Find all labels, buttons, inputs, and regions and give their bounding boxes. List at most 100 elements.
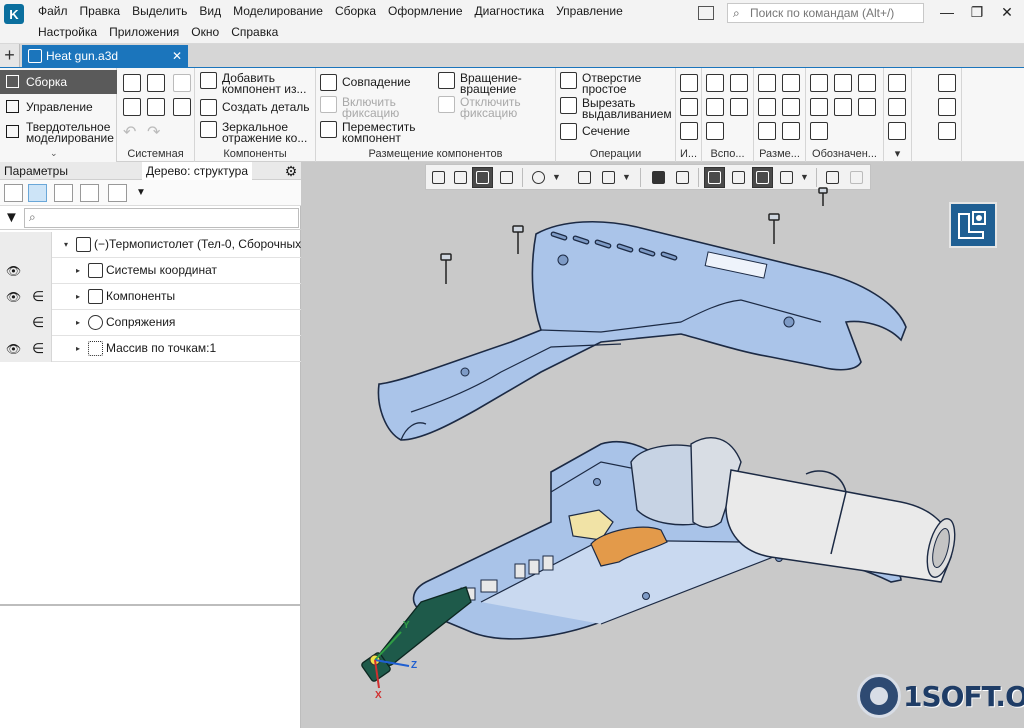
- weld-icon[interactable]: [858, 74, 876, 92]
- rotation-mate-icon: [438, 72, 455, 89]
- menu-row-secondary: Настройка Приложения Окно Справка: [32, 25, 284, 40]
- expand-icon[interactable]: ▸: [76, 292, 80, 301]
- tab-parameters[interactable]: Параметры: [0, 162, 72, 180]
- tree-row-mates[interactable]: ∈ ▸ Сопряжения: [0, 310, 301, 336]
- new-document-button[interactable]: +: [0, 44, 20, 67]
- tree-options-icon[interactable]: [108, 184, 127, 202]
- leader-icon[interactable]: [810, 74, 828, 92]
- panel-splitter[interactable]: [0, 604, 301, 606]
- lcs-icon[interactable]: [730, 98, 748, 116]
- show-assembly-icon[interactable]: [54, 184, 73, 202]
- attribute-icon[interactable]: [888, 122, 906, 140]
- table-icon[interactable]: [758, 122, 776, 140]
- tree-by-components-icon[interactable]: [28, 184, 47, 202]
- 3d-viewport[interactable]: ▼ ▼ ▼ Y Z X 1SOFT.O: [301, 162, 1024, 728]
- tree-row-coordinate-systems[interactable]: 👁 ▸ Системы координат: [0, 258, 301, 284]
- restore-button[interactable]: ❐: [962, 2, 992, 22]
- chain-dimension-icon[interactable]: [782, 122, 800, 140]
- menu-row-main: Файл Правка Выделить Вид Моделирование С…: [32, 4, 629, 19]
- layout-icon[interactable]: [698, 6, 714, 20]
- menu-assembly[interactable]: Сборка: [329, 4, 382, 19]
- menu-modeling[interactable]: Моделирование: [227, 4, 329, 19]
- tree-row-root[interactable]: ▾ (−)Термопистолет (Тел-0, Сборочных: [0, 232, 301, 258]
- radius-dimension-icon[interactable]: [782, 98, 800, 116]
- menu-window[interactable]: Окно: [185, 25, 225, 40]
- tree-options-dropdown-icon[interactable]: ▼: [136, 187, 146, 198]
- collapse-icon[interactable]: ▾: [64, 240, 68, 249]
- save-icon[interactable]: [173, 98, 191, 116]
- menu-management[interactable]: Управление: [550, 4, 629, 19]
- shell-icon[interactable]: [680, 122, 698, 140]
- tree-row-status: 👁 ∈: [0, 284, 52, 310]
- menu-file[interactable]: Файл: [32, 4, 74, 19]
- plane-icon[interactable]: [706, 74, 724, 92]
- tree-filter-input[interactable]: ⌕: [24, 208, 299, 228]
- label-icon[interactable]: [810, 122, 828, 140]
- include-in-calc-icon[interactable]: ∈: [32, 288, 44, 305]
- tree-row-point-pattern[interactable]: 👁 ∈ ▸ Массив по точкам:1: [0, 336, 301, 362]
- menu-help[interactable]: Справка: [225, 25, 284, 40]
- expand-icon[interactable]: ▸: [76, 266, 80, 275]
- ribbon-group-operations: Отверстие простое Вырезать выдавливанием С…: [556, 68, 676, 162]
- tree-by-structure-icon[interactable]: [4, 184, 23, 202]
- fillet-icon[interactable]: [680, 98, 698, 116]
- visibility-eye-icon[interactable]: 👁: [6, 264, 21, 278]
- document-tab[interactable]: Heat gun.a3d ✕: [22, 45, 188, 68]
- heat-gun-model[interactable]: [301, 162, 1024, 728]
- include-in-calc-icon[interactable]: ∈: [32, 340, 44, 357]
- ribbon: Сборка Управление Твердотельное моделиро…: [0, 68, 1024, 162]
- menu-select[interactable]: Выделить: [126, 4, 193, 19]
- angle-dimension-icon[interactable]: [758, 98, 776, 116]
- expand-icon[interactable]: ▸: [76, 344, 80, 353]
- spec-icon[interactable]: [888, 74, 906, 92]
- line-icon[interactable]: [706, 122, 724, 140]
- new-document-icon[interactable]: [123, 74, 141, 92]
- assembly-document-icon: [28, 49, 42, 63]
- copy-icon[interactable]: [147, 98, 165, 116]
- close-window-button[interactable]: ✕: [992, 2, 1022, 22]
- diameter-dimension-icon[interactable]: [782, 74, 800, 92]
- point-settings-icon[interactable]: [938, 122, 956, 140]
- command-search-input[interactable]: ⌕ Поиск по командам (Alt+/): [727, 3, 924, 23]
- roughness-icon[interactable]: [834, 74, 852, 92]
- redo-icon: ↷: [147, 124, 161, 141]
- nav-solid-modeling[interactable]: Твердотельное моделирование: [0, 120, 117, 146]
- linear-dimension-icon[interactable]: [758, 74, 776, 92]
- minimize-button[interactable]: —: [932, 2, 962, 22]
- point-graph-icon[interactable]: [938, 98, 956, 116]
- show-selection-icon[interactable]: [80, 184, 99, 202]
- triad-z-label: Z: [411, 660, 418, 671]
- tab-tree-structure[interactable]: Дерево: структура: [142, 162, 252, 180]
- add-point-icon[interactable]: [938, 74, 956, 92]
- filter-icon[interactable]: ▼: [4, 209, 19, 226]
- menu-diagnostics[interactable]: Диагностика: [469, 4, 551, 19]
- base-icon[interactable]: [810, 98, 828, 116]
- visibility-eye-icon[interactable]: 👁: [6, 290, 21, 304]
- components-icon: [88, 289, 103, 304]
- print-icon[interactable]: [123, 98, 141, 116]
- point-icon[interactable]: [706, 98, 724, 116]
- nav-management[interactable]: Управление: [0, 95, 117, 119]
- mark-icon[interactable]: [858, 98, 876, 116]
- tree-row-components[interactable]: 👁 ∈ ▸ Компоненты: [0, 284, 301, 310]
- mirror-label-2: отражение ко...: [222, 131, 308, 145]
- open-folder-icon[interactable]: [147, 74, 165, 92]
- menu-settings[interactable]: Настройка: [32, 25, 103, 40]
- expand-icon[interactable]: ▸: [76, 318, 80, 327]
- pattern-icon[interactable]: [680, 74, 698, 92]
- include-in-calc-icon[interactable]: ∈: [32, 314, 44, 331]
- tolerance-icon[interactable]: [834, 98, 852, 116]
- nav-assembly[interactable]: Сборка: [0, 70, 117, 94]
- visibility-eye-icon[interactable]: 👁: [6, 342, 21, 356]
- menu-view[interactable]: Вид: [193, 4, 227, 19]
- menu-drafting[interactable]: Оформление: [382, 4, 468, 19]
- report-icon[interactable]: [888, 98, 906, 116]
- gear-icon[interactable]: ⚙: [283, 163, 299, 179]
- menu-applications[interactable]: Приложения: [103, 25, 185, 40]
- axis-icon[interactable]: [730, 74, 748, 92]
- app-logo-icon[interactable]: K: [4, 4, 24, 24]
- menu-bar: K Файл Правка Выделить Вид Моделирование…: [0, 0, 1024, 44]
- close-tab-icon[interactable]: ✕: [172, 45, 182, 67]
- expand-nav-icon[interactable]: ⌄: [50, 148, 58, 159]
- menu-edit[interactable]: Правка: [74, 4, 127, 19]
